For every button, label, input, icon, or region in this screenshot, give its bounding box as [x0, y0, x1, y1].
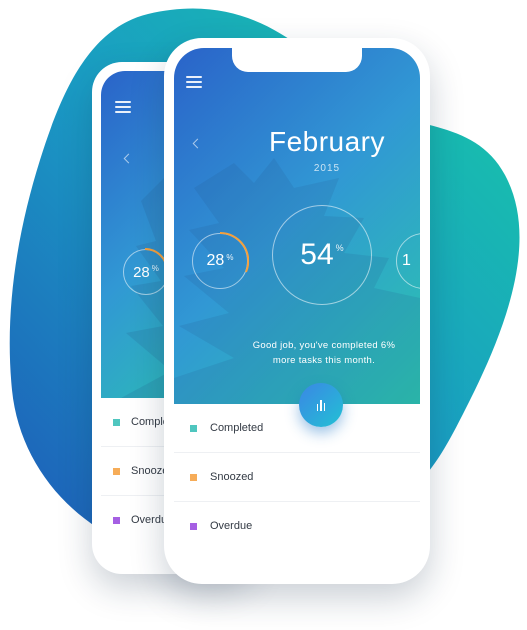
month-year: 2015 — [313, 163, 341, 174]
front-phone: February 2015 28% 54% 1 Good job, you've… — [164, 38, 430, 584]
legend-label: Overdue — [210, 520, 253, 532]
ring-54-percent: 54% — [272, 205, 372, 305]
hamburger-menu-icon[interactable] — [115, 101, 131, 113]
message-line-2: more tasks this month. — [272, 355, 376, 366]
ring-center-value: 54 — [300, 238, 334, 271]
phone-notch — [232, 48, 362, 72]
progress-message: Good job, you've completed 6% more tasks… — [234, 338, 414, 368]
ring-right-value: 1 — [402, 252, 411, 269]
message-line-1: Good job, you've completed 6% — [252, 340, 396, 351]
legend-item-completed[interactable]: Completed — [174, 404, 420, 453]
back-ring-28: 28% — [123, 248, 169, 295]
ring-28-percent: 28% — [192, 232, 249, 289]
snoozed-swatch — [190, 473, 197, 481]
hamburger-menu-icon[interactable] — [186, 76, 202, 88]
completed-swatch — [113, 418, 120, 426]
overdue-swatch — [190, 522, 197, 530]
legend-label: Snoozed — [210, 471, 254, 483]
legend-item-overdue[interactable]: Overdue — [174, 502, 420, 550]
ring-center-unit: % — [335, 243, 344, 253]
ring-left-value: 28 — [206, 252, 225, 269]
front-hero: February 2015 28% 54% 1 Good job, you've… — [174, 48, 420, 404]
back-ring-unit: % — [151, 263, 159, 273]
back-ring-value: 28 — [133, 263, 150, 281]
bar-chart-icon — [316, 404, 319, 411]
bar-chart-icon-bar — [323, 403, 326, 411]
ring-left-unit: % — [226, 252, 234, 262]
front-legend: Completed Snoozed Overdue — [174, 404, 420, 550]
legend-item-snoozed[interactable]: Snoozed — [174, 453, 420, 502]
completed-swatch — [190, 424, 197, 432]
snoozed-swatch — [113, 467, 120, 475]
front-phone-screen: February 2015 28% 54% 1 Good job, you've… — [174, 48, 420, 574]
stats-button[interactable] — [299, 383, 343, 427]
legend-label: Completed — [210, 422, 264, 434]
month-title: February — [268, 126, 386, 157]
ring-right-partial: 1 — [396, 233, 420, 289]
overdue-swatch — [113, 516, 120, 524]
bar-chart-icon-bar — [320, 400, 322, 411]
